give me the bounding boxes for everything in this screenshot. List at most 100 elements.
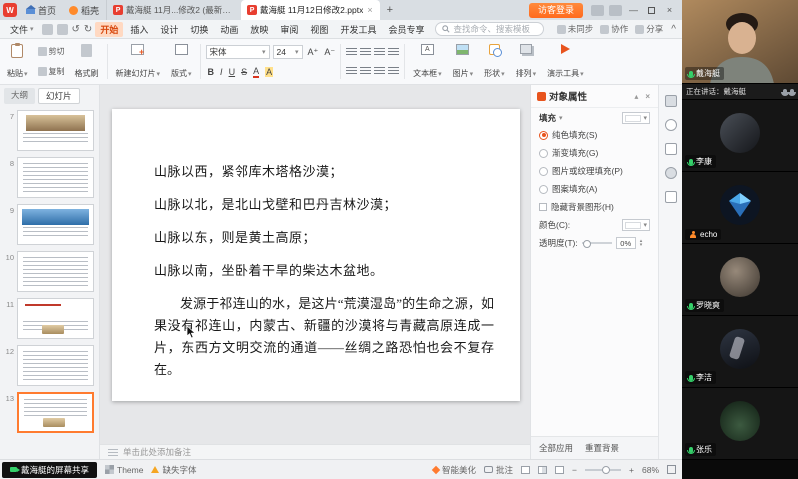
settings-tool-icon[interactable] <box>665 191 677 203</box>
tab-slides[interactable]: 幻灯片 <box>38 88 80 104</box>
strikethrough-button[interactable]: S <box>241 67 247 77</box>
minimize-button[interactable]: — <box>625 2 642 18</box>
collaborate-button[interactable]: 协作 <box>600 23 628 35</box>
speaker-icon[interactable] <box>790 89 794 95</box>
ribbon-tab-review[interactable]: 审阅 <box>275 22 303 37</box>
font-grow-button[interactable]: A⁺ <box>308 47 319 58</box>
zoom-in-button[interactable]: + <box>629 465 634 475</box>
maximize-button[interactable] <box>643 2 660 18</box>
ribbon-tab-developer[interactable]: 开发工具 <box>335 22 381 37</box>
undo-icon[interactable]: ↺ <box>71 24 81 35</box>
text-tool-icon[interactable] <box>665 167 677 179</box>
ribbon-tab-insert[interactable]: 插入 <box>125 22 153 37</box>
current-slide[interactable]: 山脉以西，紧邻库木塔格沙漠； 山脉以北，是北山戈壁和巴丹吉林沙漠； 山脉以东，则… <box>112 109 520 401</box>
align-right-icon[interactable] <box>374 67 385 75</box>
document-tab-2-active[interactable]: P 戴海艇 11月12日修改2.pptx × <box>241 0 380 20</box>
slide-canvas[interactable]: 山脉以西，紧邻库木塔格沙漠； 山脉以北，是北山戈壁和巴丹吉林沙漠； 山脉以东，则… <box>100 85 530 444</box>
layout-button[interactable]: 版式▾ <box>168 42 195 81</box>
arrange-button[interactable]: 排列▾ <box>513 42 540 81</box>
highlight-button[interactable]: A <box>265 67 273 77</box>
ribbon-tab-member[interactable]: 会员专享 <box>383 22 429 37</box>
collapse-panel-icon[interactable]: ▴ <box>632 92 640 101</box>
participant-tile-zhangle[interactable]: 张乐 <box>682 388 798 460</box>
close-window-button[interactable]: × <box>661 2 678 18</box>
cut-button[interactable]: 剪切 <box>36 46 67 57</box>
font-name-select[interactable]: 宋体▾ <box>206 45 270 59</box>
new-slide-button[interactable]: 新建幻灯片▾ <box>113 42 164 81</box>
slide-thumbnail-9[interactable]: 9 <box>0 202 99 249</box>
ribbon-tab-view[interactable]: 视图 <box>305 22 333 37</box>
tab-home[interactable]: 首页 <box>20 0 62 20</box>
slide-thumbnail-12[interactable]: 12 <box>0 343 99 390</box>
participant-tile-echo[interactable]: echo <box>682 172 798 244</box>
apps-grid-icon[interactable] <box>609 5 622 16</box>
tab-docer[interactable]: 稻壳 <box>63 0 105 20</box>
document-tab-1[interactable]: P 戴海艇 11月...修改2 (最新恢复) <box>106 0 240 20</box>
slide-thumbnail-8[interactable]: 8 <box>0 155 99 202</box>
effects-tool-icon[interactable] <box>665 119 677 131</box>
zoom-slider[interactable] <box>585 469 621 471</box>
format-painter-button[interactable]: 格式刷 <box>72 42 102 81</box>
slide-sorter-view-icon[interactable] <box>538 466 547 474</box>
theme-button[interactable]: Theme <box>105 465 143 475</box>
collapse-ribbon-icon[interactable]: ^ <box>670 24 677 35</box>
decrease-indent-icon[interactable] <box>374 48 385 56</box>
increase-indent-icon[interactable] <box>388 48 399 56</box>
shapes-button[interactable]: 形状▾ <box>481 42 508 81</box>
missing-font-warning[interactable]: 缺失字体 <box>151 464 196 476</box>
fill-style-dropdown[interactable]: ▾ <box>622 112 650 124</box>
slide-thumbnail-13-selected[interactable]: 13 <box>0 390 99 437</box>
fill-option-gradient[interactable]: 渐变填充(G) <box>531 144 658 162</box>
font-color-button[interactable]: A <box>253 66 259 78</box>
tab-outline[interactable]: 大纲 <box>4 88 35 104</box>
zoom-out-button[interactable]: − <box>572 465 577 475</box>
close-tab-icon[interactable]: × <box>366 5 373 15</box>
reading-view-icon[interactable] <box>555 466 564 474</box>
present-tools-button[interactable]: 演示工具▾ <box>544 42 587 81</box>
bullet-list-icon[interactable] <box>346 48 357 56</box>
ribbon-tab-transition[interactable]: 切换 <box>185 22 213 37</box>
font-shrink-button[interactable]: A⁻ <box>324 47 335 58</box>
font-size-select[interactable]: 24▾ <box>273 45 303 59</box>
new-tab-button[interactable]: + <box>381 4 399 16</box>
print-icon[interactable] <box>57 24 68 35</box>
ribbon-tab-animation[interactable]: 动画 <box>215 22 243 37</box>
paste-button[interactable]: 粘贴▾ <box>4 42 31 81</box>
fill-option-solid[interactable]: 纯色填充(S) <box>531 126 658 144</box>
sync-status[interactable]: 未同步 <box>557 23 594 35</box>
slide-thumbnail-10[interactable]: 10 <box>0 249 99 296</box>
numbered-list-icon[interactable] <box>360 48 371 56</box>
align-left-icon[interactable] <box>346 67 357 75</box>
bold-button[interactable]: B <box>208 67 215 77</box>
wps-logo-icon[interactable]: W <box>3 3 17 17</box>
mic-icon[interactable] <box>783 89 787 95</box>
slide-thumbnail-11[interactable]: 11 <box>0 296 99 343</box>
fill-option-pattern[interactable]: 图案填充(A) <box>531 180 658 198</box>
fill-option-picture[interactable]: 图片或纹理填充(P) <box>531 162 658 180</box>
italic-button[interactable]: I <box>220 67 223 77</box>
reset-background-button[interactable]: 重置背景 <box>585 442 619 454</box>
fill-tool-icon[interactable] <box>665 95 677 107</box>
notification-icon[interactable] <box>591 5 604 16</box>
ribbon-tab-design[interactable]: 设计 <box>155 22 183 37</box>
underline-button[interactable]: U <box>229 67 236 77</box>
search-input[interactable] <box>453 24 537 34</box>
ribbon-tab-slideshow[interactable]: 放映 <box>245 22 273 37</box>
command-search-box[interactable] <box>435 22 544 36</box>
size-position-tool-icon[interactable] <box>665 143 677 155</box>
notes-bar[interactable]: 单击此处添加备注 <box>100 444 530 459</box>
smart-beautify-button[interactable]: 智能美化 <box>433 464 476 476</box>
line-spacing-icon[interactable] <box>388 67 399 75</box>
file-menu[interactable]: 文件 ▾ <box>5 23 39 36</box>
hide-background-checkbox[interactable]: 隐藏背景图形(H) <box>531 198 658 216</box>
picture-button[interactable]: 图片▾ <box>450 42 477 81</box>
align-center-icon[interactable] <box>360 67 371 75</box>
participant-tile-luo[interactable]: 罗晓爽 <box>682 244 798 316</box>
ribbon-tab-home[interactable]: 开始 <box>95 22 123 37</box>
textbox-button[interactable]: A 文本框▾ <box>410 42 445 81</box>
transparency-stepper[interactable]: ▴ ▾ <box>640 239 643 247</box>
comment-button[interactable]: 批注 <box>484 464 513 476</box>
redo-icon[interactable]: ↻ <box>83 24 93 35</box>
participant-tile-likang[interactable]: 李康 <box>682 100 798 172</box>
participant-tile-lijie[interactable]: 李洁 <box>682 316 798 388</box>
